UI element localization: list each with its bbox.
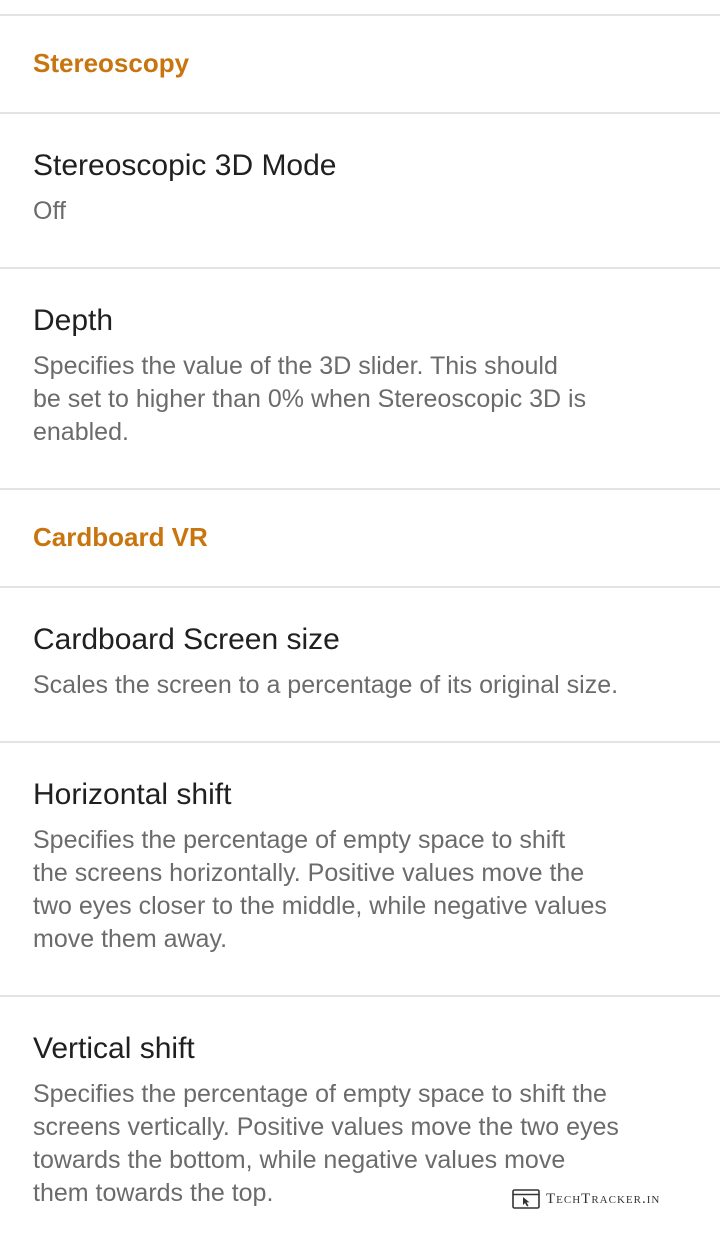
watermark: TechTracker.in bbox=[512, 1186, 660, 1212]
divider bbox=[0, 488, 720, 490]
pref-title: Stereoscopic 3D Mode bbox=[33, 149, 337, 182]
divider bbox=[0, 112, 720, 114]
pref-horizontal-shift[interactable]: Horizontal shift Specifies the percentag… bbox=[0, 777, 720, 956]
browser-cursor-icon bbox=[512, 1189, 540, 1209]
divider bbox=[0, 995, 720, 997]
section-header-stereoscopy: Stereoscopy bbox=[33, 48, 190, 78]
pref-title: Horizontal shift bbox=[33, 778, 232, 811]
divider bbox=[0, 586, 720, 588]
pref-summary: Specifies the value of the 3D slider. Th… bbox=[33, 352, 587, 446]
pref-title: Vertical shift bbox=[33, 1032, 195, 1065]
divider bbox=[0, 741, 720, 743]
pref-vertical-shift[interactable]: Vertical shift Specifies the percentage … bbox=[0, 1031, 720, 1210]
top-divider bbox=[0, 14, 720, 16]
pref-summary: Scales the screen to a percentage of its… bbox=[33, 671, 619, 699]
pref-summary: Specifies the percentage of empty space … bbox=[33, 826, 607, 953]
section-header-cardboard-vr: Cardboard VR bbox=[33, 522, 208, 552]
pref-cardboard-screen-size[interactable]: Cardboard Screen size Scales the screen … bbox=[0, 622, 720, 702]
pref-title: Depth bbox=[33, 304, 114, 337]
watermark-text: TechTracker.in bbox=[546, 1190, 661, 1207]
divider bbox=[0, 267, 720, 269]
pref-title: Cardboard Screen size bbox=[33, 623, 340, 656]
pref-depth[interactable]: Depth Specifies the value of the 3D slid… bbox=[0, 303, 720, 449]
pref-stereoscopic-3d-mode[interactable]: Stereoscopic 3D Mode Off bbox=[0, 148, 720, 228]
pref-summary: Off bbox=[33, 197, 66, 225]
